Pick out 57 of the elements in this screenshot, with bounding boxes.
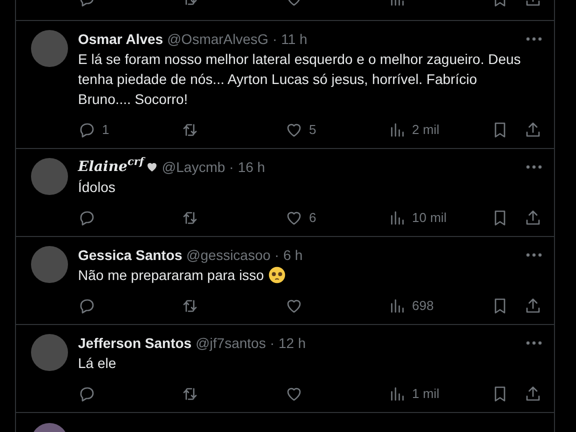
retweet-icon[interactable] [181, 121, 199, 139]
share-icon[interactable] [524, 297, 542, 315]
like-icon[interactable] [285, 297, 303, 315]
views-icon[interactable] [388, 385, 406, 403]
more-icon[interactable] [526, 253, 542, 257]
like-count: 6 [309, 209, 316, 228]
user-handle[interactable]: @Laycmb [162, 156, 226, 178]
like-icon[interactable] [285, 121, 303, 139]
more-icon[interactable] [526, 165, 542, 169]
views-icon[interactable] [388, 121, 406, 139]
reply-count: 1 [102, 121, 110, 140]
post-text: E lá se foram nosso melhor lateral esquerdo e o melhor zagueiro. Deus tenha piedade de nós... Ayrton Lucas só jesus, horrível. Fabrício Bruno.... Socorro! [78, 50, 522, 109]
user-handle[interactable]: @jf7santos [196, 332, 266, 354]
post-text: Lá ele [78, 354, 116, 373]
retweet-icon[interactable] [181, 297, 199, 315]
post-time[interactable]: 16 h [238, 156, 266, 178]
user-handle[interactable]: @OsmarAlvesG [167, 28, 268, 50]
more-icon[interactable] [526, 341, 542, 345]
heart-emoji [146, 161, 158, 173]
avatar-photo[interactable] [31, 30, 68, 67]
user-name[interactable]: Osmar Alves [78, 28, 164, 50]
reply-icon[interactable] [78, 209, 96, 227]
reply-icon[interactable] [78, 385, 96, 403]
post-time[interactable]: 11 h [281, 28, 308, 50]
avatar-photo[interactable] [31, 246, 68, 283]
post-time[interactable]: 6 h [283, 244, 303, 266]
retweet-icon[interactable] [181, 209, 199, 227]
separator-dot: · [272, 30, 278, 48]
user-name[interactable]: Elaine$^{crf}$ [78, 156, 144, 178]
separator-dot: · [274, 246, 280, 264]
view-count: 1 mil [412, 385, 440, 404]
like-icon[interactable] [285, 209, 303, 227]
like-icon[interactable] [285, 385, 303, 403]
share-icon[interactable] [524, 121, 542, 139]
user-name[interactable]: Jefferson Santos [78, 332, 192, 354]
view-count: 698 [412, 297, 434, 316]
separator-dot: · [229, 158, 234, 176]
more-icon[interactable] [526, 37, 542, 41]
views-icon[interactable] [388, 297, 406, 315]
views-icon[interactable] [388, 209, 406, 227]
separator-dot: · [270, 334, 275, 352]
view-count: 2 mil [412, 121, 440, 140]
post-text: Não me prepararam para isso [78, 266, 264, 285]
share-icon[interactable] [524, 209, 542, 227]
reply-icon[interactable] [78, 121, 96, 139]
post-time[interactable]: 12 h [278, 332, 306, 354]
avatar-photo[interactable] [31, 158, 68, 195]
like-count: 5 [309, 121, 316, 140]
user-name[interactable]: Gessica Santos [78, 244, 182, 266]
user-handle[interactable]: @gessicasoo [186, 244, 271, 266]
view-count: 10 mil [412, 209, 447, 228]
post-text: Ídolos [78, 178, 116, 197]
pleading-face-emoji [268, 266, 286, 284]
reply-icon[interactable] [78, 297, 96, 315]
share-icon[interactable] [524, 385, 542, 403]
avatar-photo[interactable] [31, 334, 68, 371]
retweet-icon[interactable] [181, 385, 199, 403]
